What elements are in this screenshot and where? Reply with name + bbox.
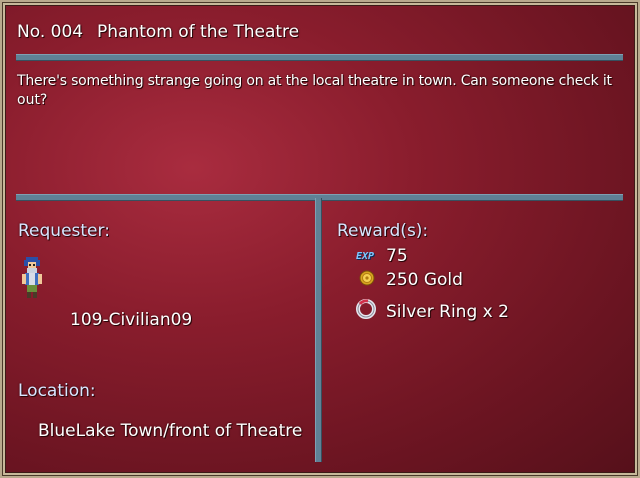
civilian-sprite-icon bbox=[22, 257, 42, 298]
quest-description-line1: There's something strange going on at th… bbox=[17, 73, 612, 89]
silver-ring-icon bbox=[356, 299, 376, 319]
exp-value: 75 bbox=[386, 246, 408, 266]
location-heading: Location: bbox=[18, 381, 96, 401]
quest-title: Phantom of the Theatre bbox=[97, 22, 300, 42]
requester-heading: Requester: bbox=[18, 221, 110, 241]
location-value: BlueLake Town/front of Theatre bbox=[38, 421, 303, 441]
exp-icon: EXP bbox=[356, 251, 375, 262]
quest-description-line2: out? bbox=[17, 92, 48, 108]
gold-value: 250 Gold bbox=[386, 270, 463, 290]
column-separator bbox=[316, 198, 321, 462]
requester-name: 109-Civilian09 bbox=[70, 310, 193, 330]
rewards-heading: Reward(s): bbox=[337, 221, 429, 241]
header-separator bbox=[16, 55, 623, 60]
quest-number: No. 004 bbox=[17, 22, 84, 42]
gold-coin-icon bbox=[359, 270, 375, 286]
item-reward: Silver Ring x 2 bbox=[386, 302, 509, 322]
